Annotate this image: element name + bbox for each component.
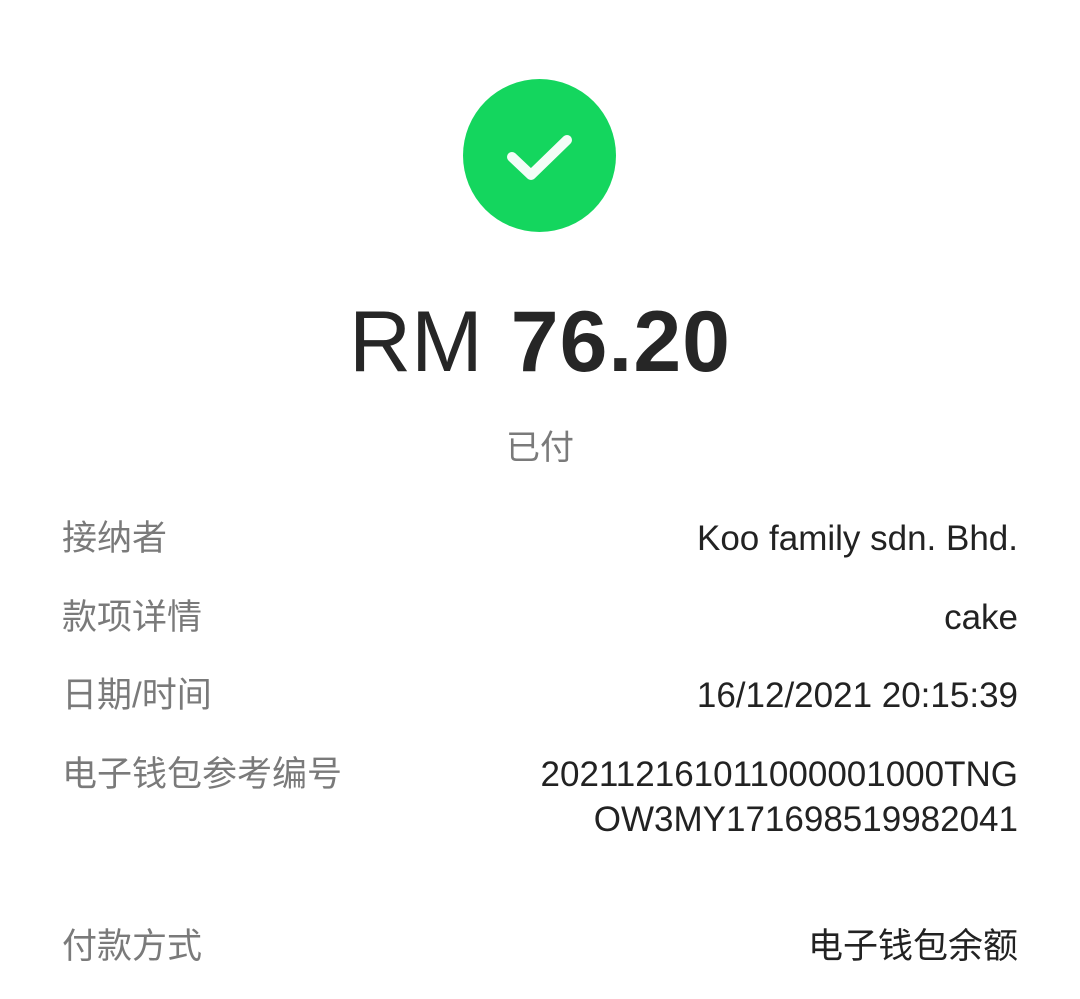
payment-amount: RM 76.20 bbox=[0, 292, 1080, 392]
payment-status: 已付 bbox=[0, 425, 1080, 471]
detail-label: 电子钱包参考编号 bbox=[62, 752, 342, 798]
reference-number: 20211216101100000100​0TNGOW3MY1716985199… bbox=[538, 752, 1018, 842]
detail-label: 接纳者 bbox=[62, 516, 167, 562]
currency-label: RM bbox=[349, 294, 483, 390]
success-badge bbox=[463, 79, 616, 232]
detail-value: 电子钱包余额 bbox=[808, 924, 1018, 970]
check-icon bbox=[463, 79, 616, 232]
detail-value: 16/12/2021 20:15:39 bbox=[697, 673, 1018, 719]
detail-label: 款项详情 bbox=[62, 595, 202, 641]
detail-value: cake bbox=[944, 595, 1018, 641]
amount-value: 76.20 bbox=[511, 294, 731, 390]
detail-value: Koo family sdn. Bhd. bbox=[697, 516, 1018, 562]
detail-label: 付款方式 bbox=[62, 924, 202, 970]
detail-label: 日期/时间 bbox=[62, 673, 212, 719]
